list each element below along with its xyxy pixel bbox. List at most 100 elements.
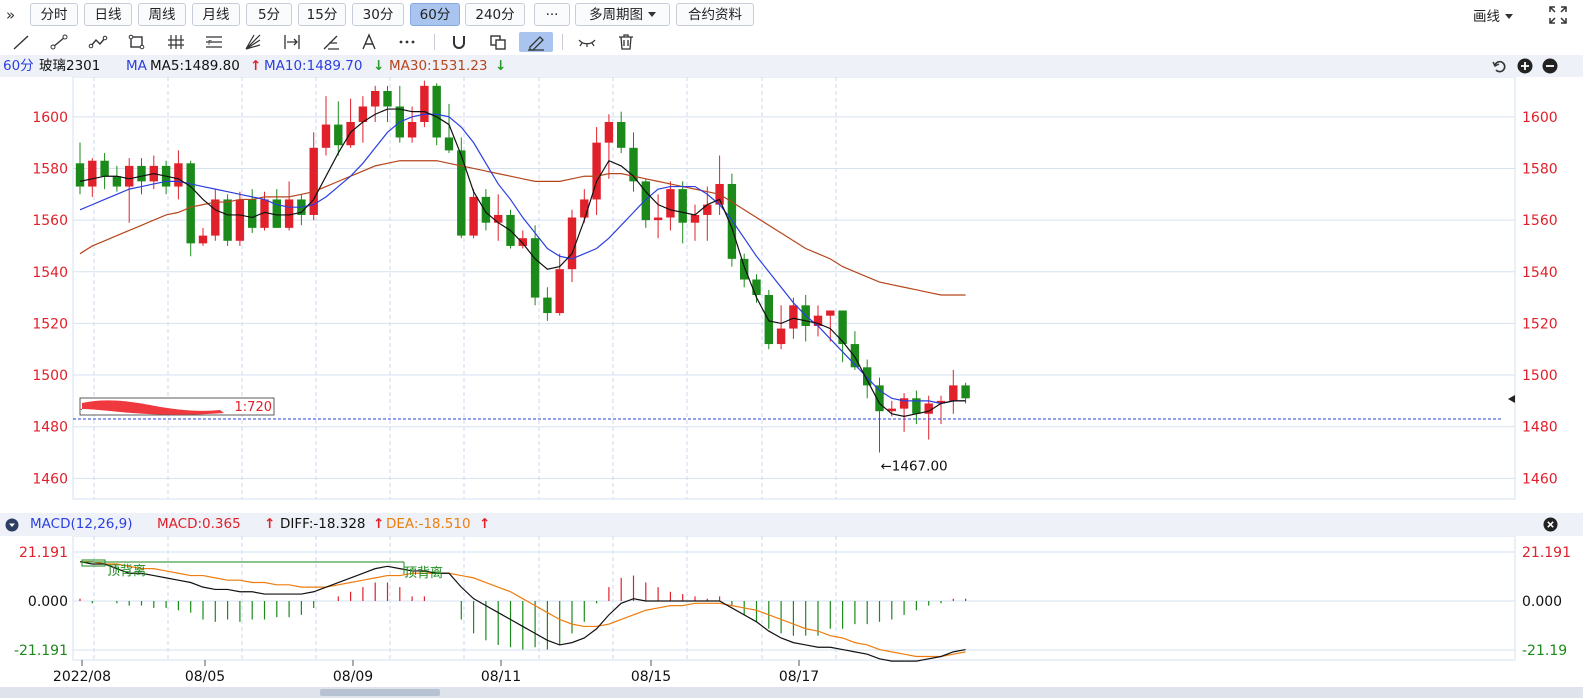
candle-body <box>100 160 109 177</box>
drawing-toolbar: F <box>0 30 1583 55</box>
candle-body <box>617 121 626 148</box>
candle-body <box>88 160 97 187</box>
hide-drawings-icon[interactable] <box>576 32 598 52</box>
ray-tool-icon[interactable] <box>48 32 70 52</box>
period-button-7[interactable]: 60分 <box>410 3 460 26</box>
ma30-value: MA30:1531.23 <box>389 58 488 74</box>
candle-body <box>567 217 577 270</box>
candle-body <box>321 124 331 148</box>
y-tick-label: 1500 <box>32 368 68 384</box>
candle-body <box>211 199 220 236</box>
candle-body <box>604 121 614 143</box>
collapse-icon[interactable] <box>5 518 19 532</box>
remove-indicator-icon[interactable] <box>1542 58 1558 74</box>
arrow-up-icon: ↑ <box>479 516 491 532</box>
diff-value: DIFF:-18.328 <box>280 516 366 532</box>
chevron-down-icon <box>648 12 656 17</box>
arrow-up-icon: ↑ <box>373 516 385 532</box>
y-tick-label-right: 1540 <box>1522 265 1558 281</box>
undo-icon[interactable] <box>1491 58 1507 74</box>
expand-panel-icon[interactable]: » <box>6 5 24 25</box>
period-button-8[interactable]: 240分 <box>465 3 525 26</box>
period-button-2[interactable]: 周线 <box>138 3 186 26</box>
macd-name[interactable]: MACD(12,26,9) <box>30 513 133 536</box>
period-button-4[interactable]: 5分 <box>246 3 292 26</box>
rectangle-tool-icon[interactable] <box>126 32 148 52</box>
x-tick-label: 08/17 <box>779 669 819 685</box>
x-tick-label: 08/11 <box>481 669 521 685</box>
candle-body <box>383 91 392 107</box>
scrollbar-thumb[interactable] <box>320 689 440 696</box>
parallel-channel-icon[interactable] <box>165 32 187 52</box>
candle-body <box>789 305 798 329</box>
y-tick-label-right: 0.000 <box>1522 594 1562 610</box>
contract-info-button[interactable]: 合约资料 <box>676 3 754 26</box>
candle-body <box>678 189 687 223</box>
candle-body <box>235 199 245 241</box>
candle-body <box>248 199 257 228</box>
y-tick-label-right: 1460 <box>1522 471 1558 487</box>
ma5-value: MA5:1489.80 <box>150 58 240 74</box>
candle-body <box>580 199 589 218</box>
more-periods-button[interactable]: ··· <box>534 3 570 26</box>
candle-body <box>949 385 958 401</box>
candle-body <box>432 85 441 138</box>
more-tools-icon[interactable] <box>396 32 418 52</box>
candle-body <box>690 214 700 223</box>
multi-period-dropdown[interactable]: 多周期图 <box>575 3 670 26</box>
contract-info-label: 合约资料 <box>688 7 742 23</box>
pen-tool-icon[interactable] <box>519 32 553 52</box>
period-line-icon[interactable] <box>281 32 303 52</box>
candle-body <box>543 297 552 314</box>
draw-line-menu[interactable]: 画线 <box>1473 5 1513 25</box>
candle-body <box>826 310 835 316</box>
y-tick-label: 1460 <box>32 471 68 487</box>
period-button-0[interactable]: 分时 <box>30 3 78 26</box>
candle-body <box>174 163 183 187</box>
candle-body <box>420 85 429 122</box>
macd-value: MACD:0.365 <box>157 516 241 532</box>
arrow-down-icon: ↓ <box>495 58 507 74</box>
candle-body <box>334 124 343 146</box>
candle-body <box>75 163 85 187</box>
ma-label[interactable]: MA <box>126 55 147 77</box>
symbol-label: 玻璃2301 <box>39 58 101 74</box>
position-label: 1:720 <box>235 400 272 415</box>
gann-fan-icon[interactable] <box>242 32 264 52</box>
period-button-3[interactable]: 月线 <box>192 3 240 26</box>
candle-body <box>371 91 380 107</box>
magnet-icon[interactable] <box>448 32 470 52</box>
close-icon[interactable] <box>1543 517 1558 532</box>
polyline-tool-icon[interactable] <box>87 32 109 52</box>
candle-body <box>764 295 773 345</box>
period-button-1[interactable]: 日线 <box>84 3 132 26</box>
y-tick-label: 1560 <box>32 213 68 229</box>
fullscreen-icon[interactable] <box>1548 5 1568 25</box>
copy-icon[interactable] <box>487 32 509 52</box>
candlestick-chart[interactable]: 1600 1600 1580 1580 1560 1560 1540 1540 1520 1520… <box>0 77 1583 513</box>
line-tool-icon[interactable] <box>10 32 32 52</box>
y-tick-label-right: 1560 <box>1522 213 1558 229</box>
y-tick-label-right: 1580 <box>1522 161 1558 177</box>
period-button-5[interactable]: 15分 <box>298 3 346 26</box>
candle-body <box>223 199 232 241</box>
speed-line-icon[interactable] <box>320 32 342 52</box>
toolbar-divider <box>562 34 563 50</box>
trash-icon[interactable] <box>615 32 637 52</box>
add-indicator-icon[interactable] <box>1517 58 1533 74</box>
y-tick-label-right: 1480 <box>1522 420 1558 436</box>
macd-chart[interactable]: 21.191 21.191 0.000 0.000 -21.191 -21.19 顶背离 顶背… <box>0 536 1583 687</box>
divergence-label: 顶背离 <box>404 565 443 581</box>
ma10-value: MA10:1489.70 <box>264 58 363 74</box>
fibonacci-tool-icon[interactable]: F <box>203 32 225 52</box>
period-button-6[interactable]: 30分 <box>352 3 404 26</box>
y-tick-label-right: 1500 <box>1522 368 1558 384</box>
y-tick-label-right: 1600 <box>1522 110 1558 126</box>
candle-body <box>518 238 527 246</box>
y-tick-label: 1480 <box>32 420 68 436</box>
candle-body <box>112 176 122 187</box>
horizontal-scrollbar[interactable] <box>0 687 1583 698</box>
period-toolbar: » 分时 日线 周线 月线 5分 15分 30分 60分 240分 ··· 多周期图 合约资料 … <box>0 0 1583 31</box>
text-tool-icon[interactable] <box>358 32 380 52</box>
x-tick-label: 2022/08 <box>53 669 111 685</box>
